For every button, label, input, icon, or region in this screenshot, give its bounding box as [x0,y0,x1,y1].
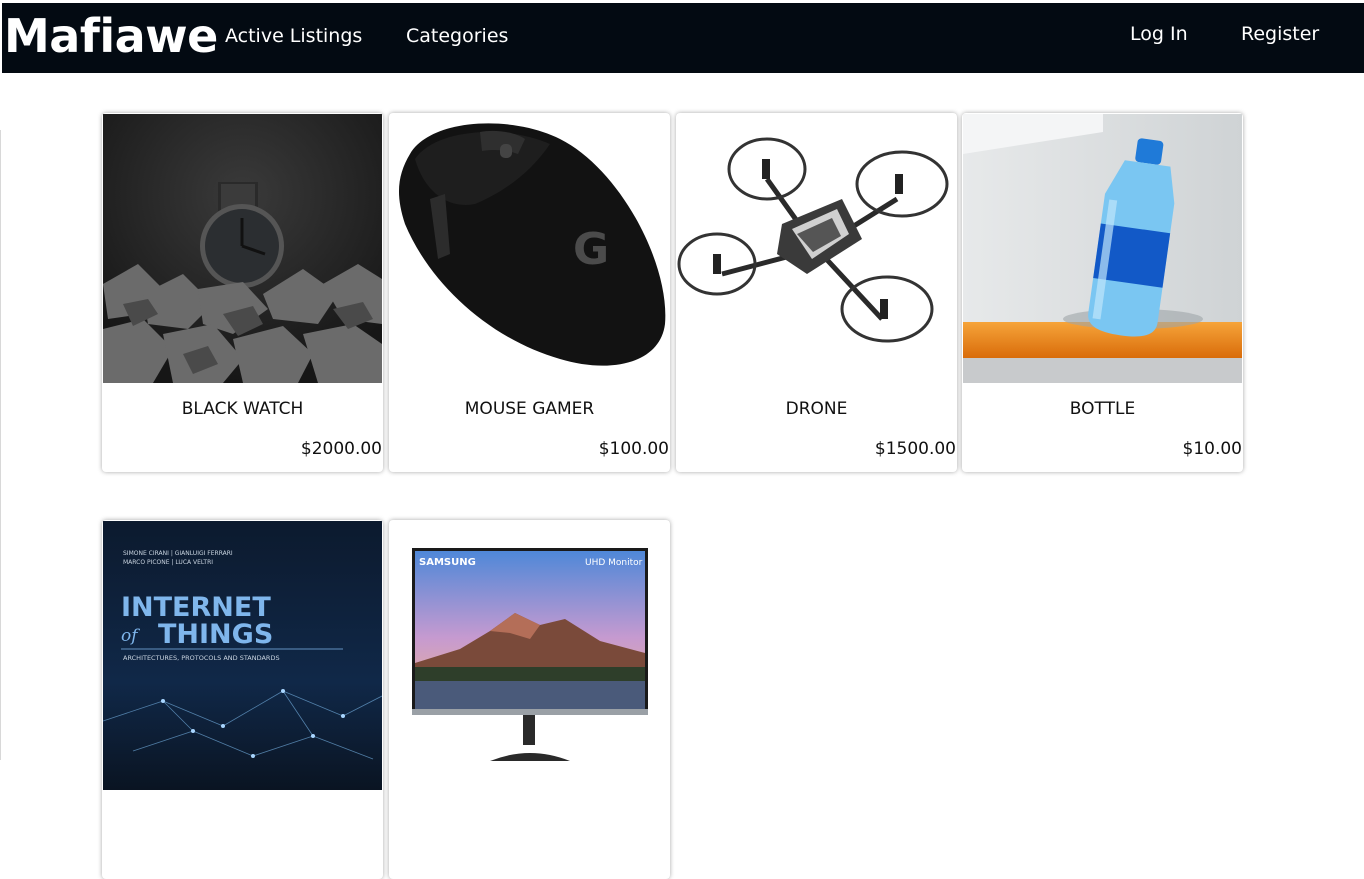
listing-price: $100.00 [598,439,669,459]
book-image[interactable]: SIMONE CIRANI | GIANLUIGI FERRARI MARCO … [103,521,382,790]
watch-image[interactable] [103,114,382,383]
listing-title[interactable]: MOUSE GAMER [389,399,670,419]
nav-link-active-listings[interactable]: Active Listings [225,25,362,47]
book-subtitle: ARCHITECTURES, PROTOCOLS AND STANDARDS [123,654,280,662]
listing-title[interactable]: BOTTLE [962,399,1243,419]
brand-logo[interactable]: Mafiawe [4,9,218,63]
book-title-of: of [121,626,140,646]
book-authors-2: MARCO PICONE | LUCA VELTRI [123,559,213,566]
nav-link-login[interactable]: Log In [1130,23,1188,45]
book-title-2: THINGS [158,619,273,650]
mouse-image[interactable]: G [390,114,669,383]
monitor-label: UHD Monitor [585,558,643,568]
listing-price: $2000.00 [300,439,382,459]
nav-link-categories[interactable]: Categories [406,25,508,47]
listing-title[interactable]: DRONE [676,399,957,419]
listing-card-drone[interactable]: DRONE $1500.00 [676,113,957,472]
listing-price: $10.00 [1182,439,1242,459]
listing-card-monitor[interactable]: SAMSUNG UHD Monitor [389,520,670,879]
listing-title[interactable]: BLACK WATCH [102,399,383,419]
listing-card-book[interactable]: SIMONE CIRANI | GIANLUIGI FERRARI MARCO … [102,520,383,879]
navbar: Mafiawe Active Listings Categories Log I… [2,3,1364,73]
bottle-image[interactable] [963,114,1242,383]
page-border [0,130,1,760]
nav-link-register[interactable]: Register [1241,23,1319,45]
listing-card-black-watch[interactable]: BLACK WATCH $2000.00 [102,113,383,472]
svg-text:G: G [573,224,609,275]
listing-card-bottle[interactable]: BOTTLE $10.00 [962,113,1243,472]
listing-price: $1500.00 [874,439,956,459]
book-authors-1: SIMONE CIRANI | GIANLUIGI FERRARI [123,550,233,557]
monitor-brand: SAMSUNG [419,557,476,568]
monitor-image[interactable]: SAMSUNG UHD Monitor [390,521,669,790]
listing-card-mouse-gamer[interactable]: G MOUSE GAMER $100.00 [389,113,670,472]
drone-image[interactable] [677,114,956,383]
